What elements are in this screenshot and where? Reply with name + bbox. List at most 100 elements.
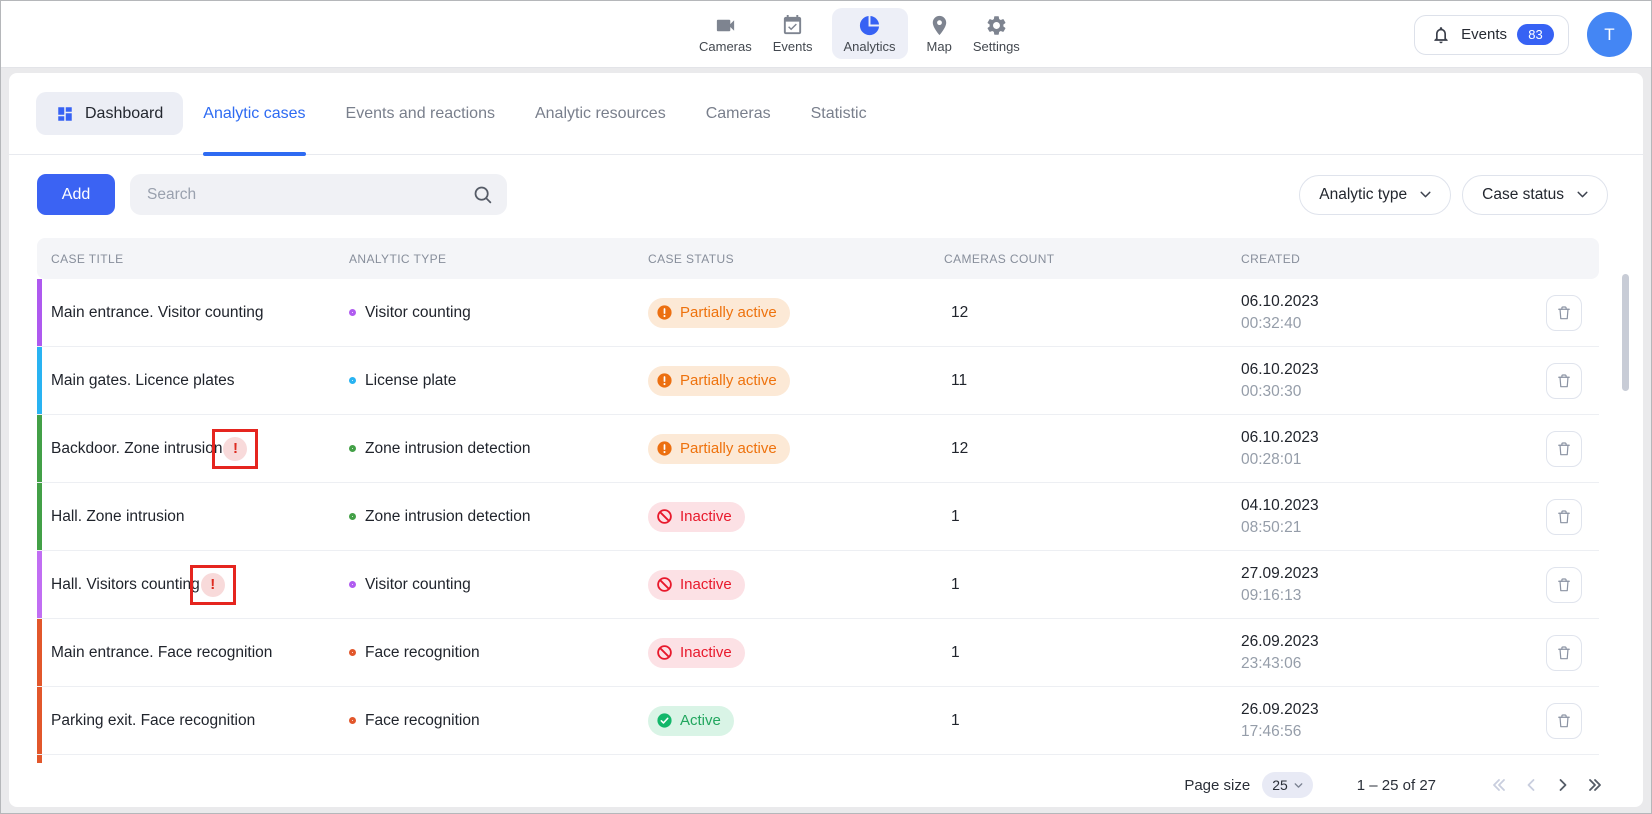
- created-cell: 27.09.202309:16:13: [1241, 563, 1546, 607]
- delete-button[interactable]: [1546, 363, 1582, 399]
- table-row[interactable]: Main entrance. Visitor countingVisitor c…: [37, 279, 1599, 347]
- trash-icon: [1555, 372, 1573, 390]
- row-color-bar: [37, 415, 42, 482]
- created-cell: 06.10.202300:32:40: [1241, 291, 1546, 335]
- top-bar: Cameras Events Analytics Map Settings Events…: [1, 1, 1651, 68]
- case-status-cell: Inactive: [648, 502, 944, 532]
- pagination-bar: Page size 25 1 – 25 of 27: [9, 763, 1643, 807]
- last-page-button[interactable]: [1582, 772, 1608, 798]
- calendar-check-icon: [781, 14, 804, 37]
- prev-page-button[interactable]: [1518, 772, 1544, 798]
- nav-item-map[interactable]: Map: [925, 8, 954, 59]
- analytic-type-label: Face recognition: [365, 644, 480, 662]
- filter-analytic-type[interactable]: Analytic type: [1299, 175, 1451, 215]
- case-title-cell: Main gates. Licence plates: [37, 372, 349, 390]
- row-color-bar: [37, 619, 42, 686]
- status-label: Inactive: [680, 644, 732, 661]
- analytic-type-cell: Zone intrusion detection: [349, 508, 648, 526]
- analytic-type-label: Visitor counting: [365, 576, 471, 594]
- warning-icon: [656, 304, 673, 321]
- filter-case-status[interactable]: Case status: [1462, 175, 1608, 215]
- search-input[interactable]: [147, 186, 472, 204]
- tab-analytic-cases[interactable]: Analytic cases: [203, 73, 305, 155]
- case-title: Main gates. Licence plates: [51, 372, 235, 390]
- status-badge: Inactive: [648, 638, 745, 668]
- nav-item-analytics[interactable]: Analytics: [832, 8, 908, 59]
- tab-analytic-resources[interactable]: Analytic resources: [535, 73, 666, 155]
- table-row[interactable]: Backdoor. Zone intrusion!Zone intrusion …: [37, 415, 1599, 483]
- cameras-count-cell: 12: [944, 440, 1241, 458]
- analytic-type-cell: Zone intrusion detection: [349, 440, 648, 458]
- analytic-type-cell: License plate: [349, 372, 648, 390]
- page-size-select[interactable]: 25: [1262, 772, 1313, 798]
- next-page-button[interactable]: [1550, 772, 1576, 798]
- created-cell: 26.09.202323:43:06: [1241, 631, 1546, 675]
- column-header-case-title: CASE TITLE: [37, 252, 349, 266]
- column-header-case-status: CASE STATUS: [648, 252, 944, 266]
- nav-item-cameras[interactable]: Cameras: [697, 8, 754, 59]
- created-date: 04.10.2023: [1241, 495, 1546, 517]
- created-time: 08:50:21: [1241, 517, 1546, 539]
- delete-button[interactable]: [1546, 499, 1582, 535]
- nav-item-label: Map: [927, 39, 952, 54]
- nav-item-events[interactable]: Events: [771, 8, 815, 59]
- delete-button[interactable]: [1546, 431, 1582, 467]
- type-ring-icon: [349, 513, 356, 520]
- avatar[interactable]: T: [1587, 12, 1632, 57]
- check-circle-icon: [656, 712, 673, 729]
- case-title-cell: Backdoor. Zone intrusion!: [37, 429, 349, 469]
- trash-icon: [1555, 304, 1573, 322]
- analytic-type-cell: Face recognition: [349, 712, 648, 730]
- first-page-button[interactable]: [1486, 772, 1512, 798]
- search-icon[interactable]: [472, 184, 493, 205]
- delete-button[interactable]: [1546, 635, 1582, 671]
- case-title-cell: Hall. Visitors counting!: [37, 565, 349, 605]
- table-row[interactable]: Parking exit. Face recognitionFace recog…: [37, 687, 1599, 755]
- table-row[interactable]: Hall. Zone intrusionZone intrusion detec…: [37, 483, 1599, 551]
- status-label: Partially active: [680, 440, 777, 457]
- table-row[interactable]: Hall. Visitors counting! Visitor counting…: [37, 551, 1599, 619]
- cameras-count-cell: 12: [944, 304, 1241, 322]
- page-size-value: 25: [1272, 777, 1288, 793]
- analytic-type-cell: Visitor counting: [349, 304, 648, 322]
- case-status-cell: Active: [648, 706, 944, 736]
- case-title-cell: Parking exit. Face recognition: [37, 712, 349, 730]
- map-pin-icon: [928, 14, 951, 37]
- column-header-analytic-type: ANALYTIC TYPE: [349, 252, 648, 266]
- events-button-label: Events: [1461, 26, 1507, 43]
- row-color-bar: [37, 347, 42, 414]
- search-box: [130, 174, 507, 215]
- annotation-box: !: [212, 429, 258, 469]
- type-ring-icon: [349, 717, 356, 724]
- nav-item-settings[interactable]: Settings: [971, 8, 1022, 59]
- case-status-cell: Inactive: [648, 570, 944, 600]
- tab-statistic[interactable]: Statistic: [811, 73, 867, 155]
- dashboard-label: Dashboard: [85, 105, 163, 123]
- actions-cell: [1546, 499, 1599, 535]
- delete-button[interactable]: [1546, 295, 1582, 331]
- table-row[interactable]: Main entrance. Face recognitionFace reco…: [37, 619, 1599, 687]
- trash-icon: [1555, 644, 1573, 662]
- delete-button[interactable]: [1546, 703, 1582, 739]
- tab-events-and-reactions[interactable]: Events and reactions: [346, 73, 495, 155]
- tabs-list: Analytic cases Events and reactions Analyt…: [203, 73, 906, 154]
- analytic-type-cell: Visitor counting: [349, 576, 648, 594]
- delete-button[interactable]: [1546, 567, 1582, 603]
- status-label: Partially active: [680, 372, 777, 389]
- bell-icon: [1431, 25, 1451, 45]
- dashboard-button[interactable]: Dashboard: [36, 92, 183, 135]
- status-badge: Partially active: [648, 434, 790, 464]
- trash-icon: [1555, 508, 1573, 526]
- table-row[interactable]: Main gates. Licence plates License plate P…: [37, 347, 1599, 415]
- tab-cameras[interactable]: Cameras: [706, 73, 771, 155]
- add-button[interactable]: Add: [37, 174, 115, 215]
- row-color-bar: [37, 279, 42, 346]
- blocked-icon: [656, 644, 673, 661]
- column-header-cameras-count: CAMERAS COUNT: [944, 252, 1241, 266]
- chevron-down-icon: [1574, 186, 1591, 203]
- top-right-cluster: Events 83 T: [1414, 1, 1632, 68]
- events-button[interactable]: Events 83: [1414, 15, 1569, 55]
- actions-cell: [1546, 635, 1599, 671]
- scrollbar-thumb[interactable]: [1622, 274, 1629, 391]
- status-label: Inactive: [680, 508, 732, 525]
